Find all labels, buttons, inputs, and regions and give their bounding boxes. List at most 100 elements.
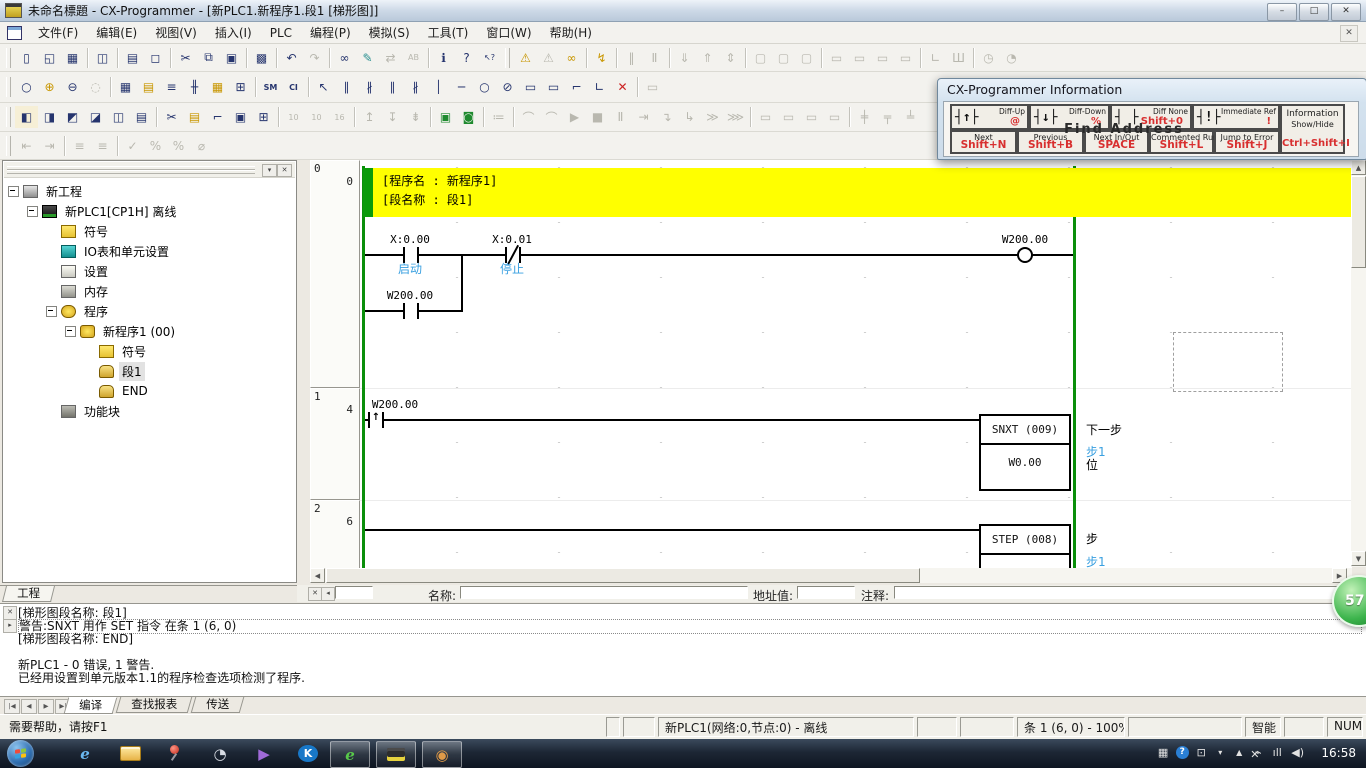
toolbar-grip[interactable] [505, 48, 510, 68]
data-display-button[interactable]: ▭ [823, 106, 846, 128]
horizontal-line-button[interactable]: ─ [450, 76, 473, 98]
tree-item-程序[interactable]: 程序 [4, 301, 295, 321]
watch-sheet-button[interactable]: ▭ [754, 106, 777, 128]
output-tab-编译[interactable]: 编译 [64, 697, 118, 714]
toolbar-grip[interactable] [6, 48, 11, 68]
address-field[interactable] [797, 586, 855, 599]
ladder-canvas[interactable]: [程序名 : 新程序1] [段名称 : 段1] X:0.00 启动 X:0.01… [360, 160, 1352, 568]
comment-field[interactable] [894, 586, 1358, 599]
workspace-dropdown-button[interactable]: ▾ [262, 164, 277, 177]
tree-expander[interactable] [27, 206, 38, 217]
time-chart-monitor-button[interactable]: Ш [947, 47, 970, 69]
tree-item-新工程[interactable]: 新工程 [4, 181, 295, 201]
vertical-connect-button[interactable]: ∟ [588, 76, 611, 98]
cx-programmer-information-window[interactable]: CX-Programmer Information Find Address ┤… [937, 78, 1366, 160]
information-show-hide-cell[interactable]: InformationShow/HideCtrl+Shift+I [1280, 104, 1345, 154]
rung-margin-0[interactable]: 0 0 [310, 160, 360, 388]
memory-cassette-button[interactable]: ▭ [825, 47, 848, 69]
h-scrollbar[interactable]: ◀ ▶ [310, 568, 1352, 583]
power-plug-icon[interactable]: ⌁✕ [1253, 744, 1263, 760]
contact-stop-address[interactable]: X:0.01 [472, 233, 552, 246]
zoom-button[interactable]: ○ [15, 76, 38, 98]
360-browser-taskbar-button[interactable]: e [330, 741, 370, 768]
indent-left-button[interactable]: ⇤ [15, 135, 38, 157]
ladder-editor[interactable]: 0 0 1 4 2 6 [程序名 : 新程序1] [段名称 : 段1] X:0.… [310, 160, 1352, 583]
memory-transfer-button[interactable]: ▭ [894, 47, 917, 69]
menu-插入(I)[interactable]: 插入(I) [206, 21, 261, 44]
mark-none-button[interactable]: ⌀ [190, 135, 213, 157]
continuous-run-button[interactable]: ≫ [701, 106, 724, 128]
step-out-button[interactable]: ↳ [678, 106, 701, 128]
mark-percent-2-button[interactable]: % [167, 135, 190, 157]
menu-PLC[interactable]: PLC [261, 23, 301, 43]
monitor-decimal-button[interactable]: 10 [282, 106, 305, 128]
toggle-cross-reference-button[interactable]: ◪ [84, 106, 107, 128]
ladder-monitor-button[interactable]: ▭ [800, 106, 823, 128]
about-button[interactable]: ℹ [432, 47, 455, 69]
tree-expander[interactable] [46, 306, 57, 317]
tree-item-段1[interactable]: 段1 [4, 361, 295, 381]
rung-wrap-button[interactable]: ≡ [160, 76, 183, 98]
work-online-button[interactable]: ↯ [590, 47, 613, 69]
help-center-icon[interactable]: ? [1177, 744, 1187, 760]
snxt-operand[interactable]: W0.00 [981, 445, 1069, 469]
toggle-address-reference-button[interactable]: ◫ [107, 106, 130, 128]
force-on-button[interactable]: ↥ [358, 106, 381, 128]
mark-pass-button[interactable]: ✓ [121, 135, 144, 157]
tree-item-符号[interactable]: 符号 [4, 341, 295, 361]
simulator-download-button[interactable]: ◙ [457, 106, 480, 128]
task-list-button[interactable]: ≔ [487, 106, 510, 128]
context-help-button[interactable]: ↖? [478, 47, 501, 69]
force-cancel-button[interactable]: ⇟ [404, 106, 427, 128]
ci-view-button[interactable]: CI [282, 76, 305, 98]
symbol-bar-back-button[interactable]: ◂ [321, 587, 335, 601]
close-button[interactable]: ✕ [1331, 3, 1361, 21]
workspace-close-button[interactable]: ✕ [277, 164, 292, 177]
mark-percent-1-button[interactable]: % [144, 135, 167, 157]
show-hidden-icon[interactable]: ▲ [1234, 744, 1244, 760]
tree-item-内存[interactable]: 内存 [4, 281, 295, 301]
compare-plc-button[interactable]: ⇕ [719, 47, 742, 69]
io-comment-button[interactable]: ╫ [183, 76, 206, 98]
dialog-display-button[interactable]: ▣ [229, 106, 252, 128]
kmplayer-icon[interactable]: ▶ [251, 742, 277, 765]
mnemonic-view-button[interactable]: SM [259, 76, 282, 98]
monitor-binary-button[interactable]: ⊞ [252, 106, 275, 128]
v-scroll-thumb[interactable] [1351, 176, 1366, 268]
snxt-instruction-box[interactable]: SNXT (009) W0.00 [979, 414, 1071, 491]
maximize-button[interactable]: □ [1299, 3, 1329, 21]
contact-start-address[interactable]: X:0.00 [370, 233, 450, 246]
step-run-button[interactable]: ⇥ [632, 106, 655, 128]
step-trace-button[interactable]: ∟ [924, 47, 947, 69]
undo-button[interactable]: ↶ [280, 47, 303, 69]
step-instruction-box[interactable]: STEP (008) [979, 524, 1071, 568]
find-button[interactable]: ∞ [333, 47, 356, 69]
download-button[interactable]: ⇓ [673, 47, 696, 69]
zoom-to-fit-button[interactable]: ◌ [84, 76, 107, 98]
toolbar-grip[interactable] [6, 136, 11, 156]
find-report-button[interactable]: ∞ [560, 47, 583, 69]
cx-programmer-taskbar-button[interactable] [376, 741, 416, 768]
scroll-down-button[interactable]: ▼ [1351, 551, 1366, 566]
toolbar-grip[interactable] [6, 107, 11, 127]
or-contact-nc-button[interactable]: ∦ [404, 76, 427, 98]
tree-expander[interactable] [8, 186, 19, 197]
delete-connection-button[interactable]: ✕ [611, 76, 634, 98]
menu-文件(F)[interactable]: 文件(F) [29, 21, 87, 44]
tree-item-新程序1 (00)[interactable]: 新程序1 (00) [4, 321, 295, 341]
rung-comment-button[interactable]: ▤ [137, 76, 160, 98]
rung-margin-1[interactable]: 1 4 [310, 388, 360, 500]
new-file-button[interactable]: ▯ [15, 47, 38, 69]
start-button[interactable] [7, 740, 34, 767]
section-comment-button[interactable]: ▤ [183, 106, 206, 128]
monitor-hex-button[interactable]: 16 [328, 106, 351, 128]
tree-item-符号[interactable]: 符号 [4, 221, 295, 241]
select-mode-button[interactable]: ↖ [312, 76, 335, 98]
scroll-up-button[interactable]: ▲ [1351, 160, 1366, 175]
toggle-output-window-button[interactable]: ◨ [38, 106, 61, 128]
output-close-button[interactable]: ✕ [3, 606, 17, 620]
fb-invocation-button[interactable]: ⌐ [565, 76, 588, 98]
cycle-time-button[interactable]: ◷ [977, 47, 1000, 69]
scroll-left-button[interactable]: ◀ [310, 568, 325, 583]
menu-视图(V)[interactable]: 视图(V) [146, 21, 206, 44]
